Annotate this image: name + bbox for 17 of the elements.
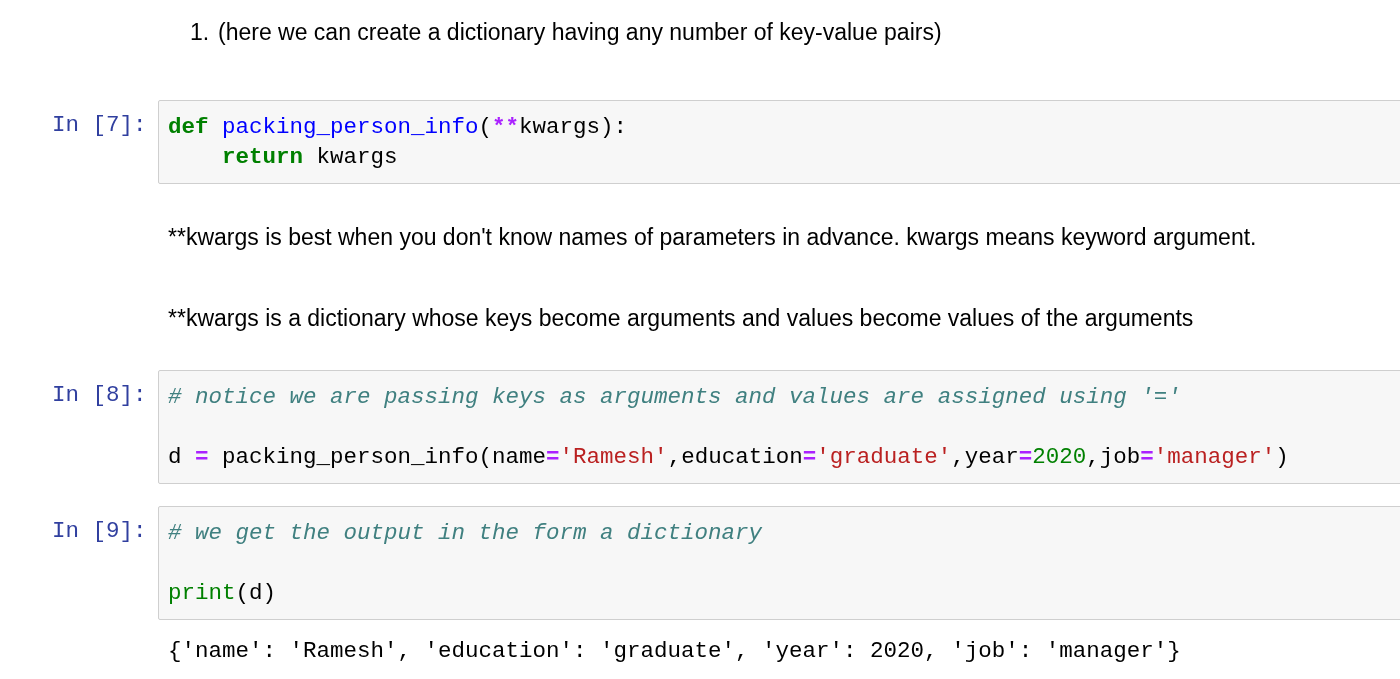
code-line: # we get the output in the form a dictionary bbox=[168, 519, 764, 548]
input-prompt: In [8]: bbox=[51, 381, 148, 410]
list-item-text: (here we can create a dictionary having any number of key-value pairs) bbox=[218, 18, 942, 47]
code-cell[interactable]: # we get the output in the form a dictionary print(d) bbox=[158, 506, 1400, 620]
code-line: return kwargs bbox=[221, 143, 399, 172]
markdown-paragraph: **kwargs is a dictionary whose keys become arguments and values become values of the arguments bbox=[168, 305, 1194, 331]
code-cell[interactable]: # notice we are passing keys as arguments and values are assigned using '=' d = packing_person_info(name='Ramesh',education='graduate',year=2020,job='manager') bbox=[158, 370, 1400, 484]
markdown-paragraph: **kwargs is best when you don't know names of parameters in advance. kwargs means keyword argument. bbox=[168, 224, 1257, 250]
list-number: 1. bbox=[190, 18, 211, 47]
input-prompt: In [9]: bbox=[51, 517, 148, 546]
code-cell[interactable]: def packing_person_info(**kwargs): return kwargs bbox=[158, 100, 1400, 184]
code-line: print(d) bbox=[168, 579, 278, 608]
code-line: d = packing_person_info(name='Ramesh',education='graduate',year=2020,job='manager') bbox=[168, 443, 1290, 472]
code-line: def packing_person_info(**kwargs): bbox=[168, 113, 629, 142]
code-line: # notice we are passing keys as arguments and values are assigned using '=' bbox=[168, 383, 1182, 412]
cell-output: {'name': 'Ramesh', 'education': 'graduate', 'year': 2020, 'job': 'manager'} bbox=[168, 638, 1181, 664]
input-prompt: In [7]: bbox=[51, 111, 148, 140]
